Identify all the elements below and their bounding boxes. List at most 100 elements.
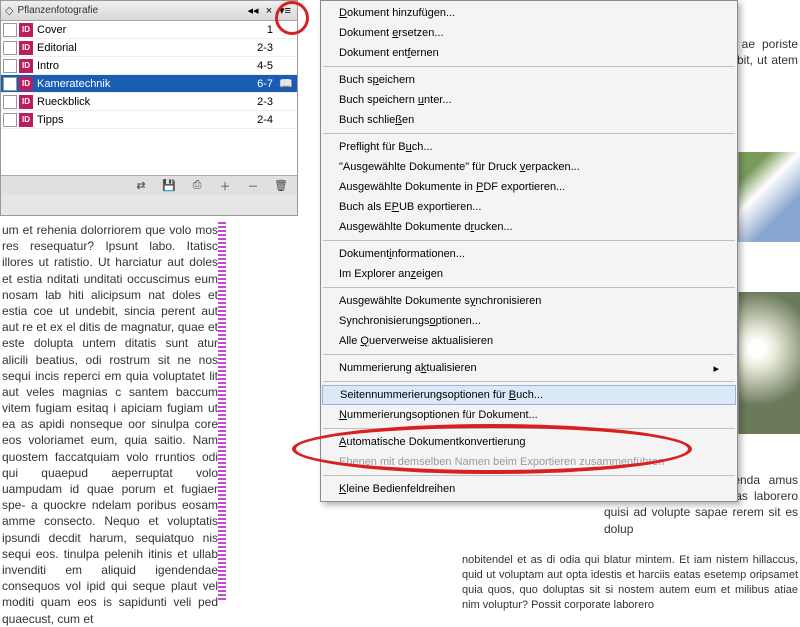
doc-pages: 2-3 xyxy=(235,42,273,54)
menu-item[interactable]: Nummerierungsoptionen für Dokument... xyxy=(321,405,737,425)
menu-label: Buch speichern unter... xyxy=(339,94,452,106)
menu-label: Im Explorer anzeigen xyxy=(339,268,443,280)
doc-row-kameratechnik[interactable]: ID Kameratechnik6-7 📖 xyxy=(1,75,297,93)
menu-item[interactable]: Buch als EPUB exportieren... xyxy=(321,197,737,217)
doc-row-intro[interactable]: ID Intro4-5 xyxy=(1,57,297,75)
print-icon[interactable]: ⎙ xyxy=(189,178,205,194)
doc-name: Editorial xyxy=(37,42,235,54)
menu-label: Nummerierungsoptionen für Dokument... xyxy=(339,409,538,421)
indesign-doc-icon: ID xyxy=(19,59,33,73)
menu-item[interactable]: Automatische Dokumentkonvertierung xyxy=(321,432,737,452)
menu-label: Automatische Dokumentkonvertierung xyxy=(339,436,526,448)
menu-item[interactable]: Im Explorer anzeigen xyxy=(321,264,737,284)
menu-label: Ausgewählte Dokumente in PDF exportieren… xyxy=(339,181,565,193)
menu-separator xyxy=(323,475,735,476)
doc-checkbox[interactable] xyxy=(3,23,17,37)
menu-item[interactable]: Kleine Bedienfeldreihen xyxy=(321,479,737,499)
menu-item[interactable]: Nummerierung aktualisieren▸ xyxy=(321,358,737,378)
menu-item[interactable]: Dokument ersetzen... xyxy=(321,23,737,43)
menu-item[interactable]: Buch schließen xyxy=(321,110,737,130)
indesign-doc-icon: ID xyxy=(19,77,33,91)
panel-footer: ⇄ 💾 ⎙ ＋ － 🗑 xyxy=(1,175,297,195)
doc-name: Kameratechnik xyxy=(37,78,235,90)
menu-label: Kleine Bedienfeldreihen xyxy=(339,483,455,495)
indesign-doc-icon: ID xyxy=(19,23,33,37)
menu-item[interactable]: Alle Querverweise aktualisieren xyxy=(321,331,737,351)
trash-icon[interactable]: 🗑 xyxy=(273,178,289,194)
menu-separator xyxy=(323,287,735,288)
menu-item[interactable]: Ausgewählte Dokumente synchronisieren xyxy=(321,291,737,311)
background-text-left: um et rehenia dolorriorem que volo mos r… xyxy=(2,222,218,627)
menu-label: Ausgewählte Dokumente synchronisieren xyxy=(339,295,541,307)
doc-pages: 2-4 xyxy=(235,114,273,126)
menu-item[interactable]: Synchronisierungsoptionen... xyxy=(321,311,737,331)
page-margin-guide xyxy=(218,222,226,600)
menu-separator xyxy=(323,381,735,382)
photo-thumbnail-1 xyxy=(738,152,800,242)
doc-name: Tipps xyxy=(37,114,235,126)
menu-label: Seitennummerierungsoptionen für Buch... xyxy=(340,389,543,401)
collapse-icon[interactable]: ◂◂ xyxy=(245,3,261,19)
panel-updown-icon[interactable]: ◇ xyxy=(5,4,13,17)
menu-item[interactable]: Buch speichern unter... xyxy=(321,90,737,110)
indesign-doc-icon: ID xyxy=(19,41,33,55)
doc-checkbox[interactable] xyxy=(3,95,17,109)
photo-thumbnail-2 xyxy=(738,292,800,434)
document-list: IDCover1IDEditorial2-3IDIntro4-5IDKamera… xyxy=(1,21,297,175)
menu-item[interactable]: Buch speichern xyxy=(321,70,737,90)
menu-item[interactable]: Seitennummerierungsoptionen für Buch... xyxy=(322,385,736,405)
add-icon[interactable]: ＋ xyxy=(217,178,233,194)
menu-separator xyxy=(323,66,735,67)
menu-label: "Ausgewählte Dokumente" für Druck verpac… xyxy=(339,161,580,173)
doc-checkbox[interactable] xyxy=(3,77,17,91)
menu-separator xyxy=(323,133,735,134)
close-icon[interactable]: × xyxy=(261,3,277,19)
menu-label: Buch schließen xyxy=(339,114,414,126)
menu-label: Dokument ersetzen... xyxy=(339,27,444,39)
doc-row-rueckblick[interactable]: ID Rueckblick2-3 xyxy=(1,93,297,111)
menu-separator xyxy=(323,428,735,429)
menu-item[interactable]: Dokument hinzufügen... xyxy=(321,3,737,23)
menu-item[interactable]: Ausgewählte Dokumente drucken... xyxy=(321,217,737,237)
menu-item[interactable]: Dokument entfernen xyxy=(321,43,737,63)
menu-label: Buch speichern xyxy=(339,74,415,86)
doc-checkbox[interactable] xyxy=(3,113,17,127)
doc-pages: 4-5 xyxy=(235,60,273,72)
doc-checkbox[interactable] xyxy=(3,41,17,55)
menu-item[interactable]: Dokumentinformationen... xyxy=(321,244,737,264)
panel-title: Pflanzenfotografie xyxy=(17,5,245,16)
menu-label: Synchronisierungsoptionen... xyxy=(339,315,481,327)
book-panel: ◇ Pflanzenfotografie ◂◂ × ▾≡ IDCover1IDE… xyxy=(0,0,298,216)
menu-label: Ausgewählte Dokumente drucken... xyxy=(339,221,513,233)
menu-item[interactable]: Ausgewählte Dokumente in PDF exportieren… xyxy=(321,177,737,197)
doc-checkbox[interactable] xyxy=(3,59,17,73)
doc-pages: 2-3 xyxy=(235,96,273,108)
doc-pages: 1 xyxy=(235,24,273,36)
menu-item[interactable]: Preflight für Buch... xyxy=(321,137,737,157)
menu-label: Nummerierung aktualisieren xyxy=(339,362,477,374)
menu-item[interactable]: "Ausgewählte Dokumente" für Druck verpac… xyxy=(321,157,737,177)
doc-name: Rueckblick xyxy=(37,96,235,108)
indesign-doc-icon: ID xyxy=(19,95,33,109)
save-icon[interactable]: 💾 xyxy=(161,178,177,194)
doc-name: Intro xyxy=(37,60,235,72)
menu-label: Dokument entfernen xyxy=(339,47,439,59)
menu-label: Dokumentinformationen... xyxy=(339,248,465,260)
doc-row-cover[interactable]: IDCover1 xyxy=(1,21,297,39)
panel-header: ◇ Pflanzenfotografie ◂◂ × ▾≡ xyxy=(1,1,297,21)
menu-label: Ebenen mit demselben Namen beim Exportie… xyxy=(339,456,664,468)
doc-row-tipps[interactable]: ID Tipps2-4 xyxy=(1,111,297,129)
indesign-doc-icon: ID xyxy=(19,113,33,127)
doc-row-editorial[interactable]: ID Editorial2-3 xyxy=(1,39,297,57)
menu-label: Buch als EPUB exportieren... xyxy=(339,201,481,213)
menu-item: Ebenen mit demselben Namen beim Exportie… xyxy=(321,452,737,472)
background-text-bottom: nobitendel et as di odia qui blatur mint… xyxy=(462,553,798,612)
doc-open-icon: 📖 xyxy=(279,77,295,90)
minus-icon[interactable]: － xyxy=(245,178,261,194)
doc-pages: 6-7 xyxy=(235,78,273,90)
flyout-menu-icon[interactable]: ▾≡ xyxy=(277,3,293,19)
book-panel-flyout-menu: Dokument hinzufügen... Dokument ersetzen.… xyxy=(320,0,738,502)
sync-icon[interactable]: ⇄ xyxy=(133,178,149,194)
menu-label: Dokument hinzufügen... xyxy=(339,7,455,19)
menu-label: Preflight für Buch... xyxy=(339,141,433,153)
